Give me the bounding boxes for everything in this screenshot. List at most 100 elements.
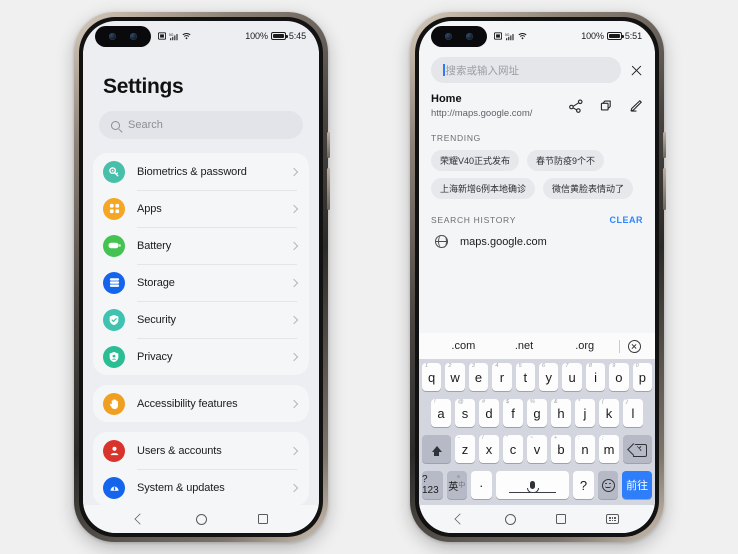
system-icon [103,476,125,499]
key-label: a [437,405,445,421]
key-h[interactable]: & h [551,399,571,427]
key-icon [103,160,125,183]
key-f[interactable]: $ f [503,399,523,427]
key-z[interactable]: -z [455,435,475,463]
home-bookmark-block[interactable]: Home http://maps.google.com/ [419,91,655,129]
camera-lens-icon [445,32,452,40]
key-hint: 1 [424,363,429,369]
phone-left-bezel: 5G 100% 5:45 Settings Search Biometrics … [79,17,323,537]
key-r[interactable]: 4r [492,363,512,391]
key-s[interactable]: @ s [455,399,475,427]
edit-icon[interactable] [629,99,643,113]
power-button[interactable] [327,168,330,210]
language-toggle-key[interactable]: 英中 [446,471,467,499]
key-l[interactable]: ) l [623,399,643,427]
key-c[interactable]: " c [503,435,523,463]
key-i[interactable]: 8i [585,363,606,391]
settings-item-label: Privacy [137,350,173,363]
sidebar-item-security[interactable]: Security [93,301,309,338]
sidebar-item-storage[interactable]: Storage [93,264,309,301]
sidebar-item-biometrics[interactable]: Biometrics & password [93,153,309,190]
key-d[interactable]: # d [479,399,499,427]
settings-list[interactable]: Biometrics & password Apps Battery Stora… [83,153,319,505]
key-j[interactable]: * j [575,399,595,427]
status-right-icons: 100% 5:45 [245,31,306,41]
key-label: o [615,369,623,385]
back-button[interactable] [135,514,145,524]
suggestion-net[interactable]: .net [494,340,555,352]
key-hint: " [506,435,508,441]
close-icon[interactable] [630,64,643,77]
key-u[interactable]: 7u [562,363,582,391]
text-caret [443,64,445,76]
key-a[interactable]: ! a [431,399,451,427]
power-button[interactable] [663,168,666,210]
search-icon [111,120,120,130]
history-item[interactable]: maps.google.com [419,232,655,258]
trending-tag[interactable]: 荣耀V40正式发布 [431,150,520,171]
search-input[interactable]: Search [99,111,303,139]
language-indicator-dot [457,475,460,478]
trending-tag[interactable]: 微信黄脸表情动了 [543,178,634,199]
sidebar-item-system-updates[interactable]: System & updates [93,469,309,505]
key-t[interactable]: 5t [515,363,535,391]
key-label: p [638,369,646,385]
trending-tag[interactable]: 上海新增6例本地确诊 [431,178,536,199]
suggestion-org[interactable]: .org [554,340,615,352]
sidebar-item-accessibility[interactable]: Accessibility features [93,385,309,422]
camera-lens-icon [109,32,116,40]
status-right-icons: 100% 5:51 [581,31,642,41]
backspace-key[interactable] [623,435,652,463]
settings-group: Users & accounts System & updates [93,432,309,505]
volume-button[interactable] [327,132,330,158]
key-label: k [605,405,613,421]
phone-right-bezel: 5G 100% 5:51 搜索或输入网址 Home http://maps.go… [415,17,659,537]
back-button[interactable] [455,514,465,524]
sidebar-item-apps[interactable]: Apps [93,190,309,227]
key-y[interactable]: 6y [539,363,559,391]
copy-icon[interactable] [599,99,613,113]
status-time: 5:51 [624,31,642,41]
key-v[interactable]: ~ v [527,435,547,463]
sidebar-item-privacy[interactable]: Privacy [93,338,309,375]
key-o[interactable]: 9o [609,363,629,391]
recents-button[interactable] [257,514,268,524]
volume-button[interactable] [663,132,666,158]
sidebar-item-battery[interactable]: Battery [93,227,309,264]
clear-history-button[interactable]: CLEAR [610,215,644,225]
recents-button[interactable] [556,514,566,524]
home-actions [569,93,643,113]
url-input[interactable]: 搜索或输入网址 [431,57,621,83]
home-button[interactable] [505,513,516,525]
space-key[interactable] [495,471,570,499]
key-q[interactable]: 1q [421,363,442,391]
key-m[interactable]: ; m [599,435,619,463]
trending-tag[interactable]: 春节防疫9个不 [527,150,605,171]
shift-key[interactable] [422,435,451,463]
question-key[interactable]: ? [573,471,594,499]
key-label: n [581,441,589,457]
symbols-key[interactable]: ?123 [422,471,443,499]
key-b[interactable]: + b [551,435,571,463]
key-k[interactable]: (k [599,399,619,427]
key-w[interactable]: 2w [445,363,465,391]
circle-x-icon[interactable] [628,339,642,353]
go-key[interactable]: 前往 [622,471,653,499]
phone-left-screen: 5G 100% 5:45 Settings Search Biometrics … [83,21,319,533]
sidebar-item-users-accounts[interactable]: Users & accounts [93,432,309,469]
hide-keyboard-button[interactable] [606,514,619,524]
key-hint: 7 [565,363,569,369]
key-label: x [485,441,493,457]
share-icon[interactable] [569,99,583,113]
emoji-key[interactable] [597,471,619,499]
period-key[interactable]: · [471,471,492,499]
key-g[interactable]: % g [527,399,547,427]
home-button[interactable] [195,513,207,525]
svg-text:5G: 5G [505,33,510,37]
suggestion-com[interactable]: .com [433,340,494,352]
language-primary: 英 [448,481,459,493]
key-x[interactable]: / x [479,435,499,463]
key-p[interactable]: 0p [632,363,653,391]
key-e[interactable]: 3e [468,363,489,391]
key-n[interactable]: :n [575,435,595,463]
